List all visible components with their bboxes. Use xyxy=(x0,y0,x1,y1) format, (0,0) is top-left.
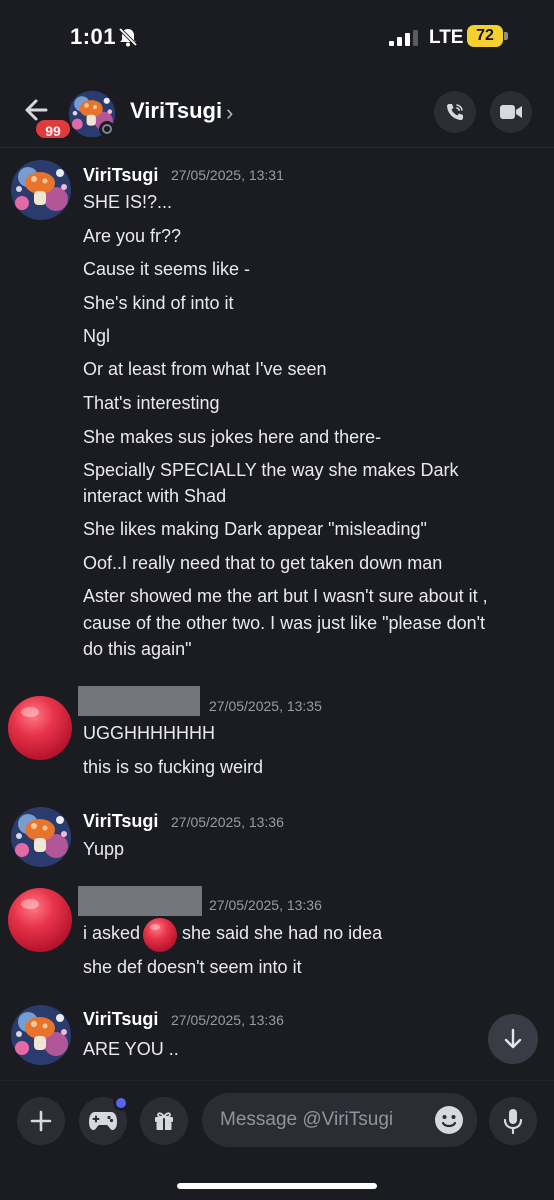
emoji-icon[interactable] xyxy=(434,1105,464,1135)
message-group: 27/05/2025, 13:35 UGGHHHHHHH this is so … xyxy=(0,684,554,784)
message-text: Or at least from what I've seen xyxy=(83,359,327,379)
message-text: ARE YOU .. xyxy=(83,1039,179,1059)
video-icon xyxy=(500,105,522,119)
voice-call-button[interactable] xyxy=(434,91,476,133)
gift-icon xyxy=(155,1112,173,1130)
message-text: Aster showed me the art but I wasn't sur… xyxy=(83,586,488,606)
scroll-to-bottom-button[interactable] xyxy=(488,1014,538,1064)
message-text: cause of the other two. I was just like … xyxy=(83,613,486,633)
viritsugi-avatar[interactable] xyxy=(10,159,72,221)
message-timestamp: 27/05/2025, 13:36 xyxy=(209,897,322,913)
mention-avatar[interactable] xyxy=(143,918,177,952)
plus-icon xyxy=(30,1110,52,1132)
status-time: 1:01 xyxy=(70,24,117,49)
message-text: She likes making Dark appear "misleading… xyxy=(83,519,427,539)
status-indicator xyxy=(99,121,115,137)
network-label: LTE xyxy=(429,27,464,48)
message-timestamp: 27/05/2025, 13:35 xyxy=(209,698,322,714)
arrow-down-icon xyxy=(504,1028,522,1049)
message-text: this is so fucking weird xyxy=(83,757,264,777)
signal-icon xyxy=(389,30,418,46)
message-author[interactable]: ViriTsugi xyxy=(83,811,158,832)
bell-slash-icon xyxy=(118,27,138,47)
message-text: Are you fr?? xyxy=(83,226,182,246)
chat-header: 99 ViriTsugi › xyxy=(0,78,554,148)
battery-indicator: 72 xyxy=(467,25,503,47)
redacted-username[interactable] xyxy=(78,886,202,916)
contact-name[interactable]: ViriTsugi xyxy=(130,98,222,124)
message-group: ViriTsugi 27/05/2025, 13:31 SHE IS!?... … xyxy=(0,155,554,675)
message-text: That's interesting xyxy=(83,393,220,413)
message-author[interactable]: ViriTsugi xyxy=(83,1009,158,1030)
message-text: interact with Shad xyxy=(83,486,227,506)
message-text: Yupp xyxy=(83,839,125,859)
message-text: Oof..I really need that to get taken dow… xyxy=(83,553,443,573)
battery-tip xyxy=(504,32,508,40)
message-author[interactable]: ViriTsugi xyxy=(83,165,158,186)
message-group: ViriTsugi 27/05/2025, 13:36 Yupp xyxy=(0,802,554,872)
user-avatar[interactable] xyxy=(8,888,72,952)
redacted-username[interactable] xyxy=(78,686,200,716)
microphone-icon xyxy=(503,1109,523,1134)
message-text: she def doesn't seem into it xyxy=(83,957,302,977)
status-bar: 1:01 LTE 72 xyxy=(0,0,554,78)
home-indicator[interactable] xyxy=(177,1183,377,1189)
message-text: i asked xyxy=(83,923,141,943)
message-timestamp: 27/05/2025, 13:31 xyxy=(171,167,284,183)
chevron-right-icon[interactable]: › xyxy=(226,100,233,126)
notification-dot xyxy=(113,1095,129,1111)
gift-button[interactable] xyxy=(140,1097,188,1145)
message-text: she said she had no idea xyxy=(182,923,383,943)
message-text: She makes sus jokes here and there- xyxy=(83,427,382,447)
message-text: UGGHHHHHHH xyxy=(83,723,215,743)
viritsugi-avatar[interactable] xyxy=(10,1004,72,1066)
phone-icon xyxy=(447,104,463,120)
message-timestamp: 27/05/2025, 13:36 xyxy=(171,1012,284,1028)
viritsugi-avatar[interactable] xyxy=(10,806,72,868)
message-group: ViriTsugi 27/05/2025, 13:36 ARE YOU .. xyxy=(0,1000,554,1070)
gamepad-icon xyxy=(89,1112,117,1130)
message-composer xyxy=(0,1080,554,1200)
message-text: She's kind of into it xyxy=(83,293,234,313)
message-text: Specially SPECIALLY the way she makes Da… xyxy=(83,460,459,480)
attach-button[interactable] xyxy=(17,1097,65,1145)
message-text: SHE IS!?... xyxy=(83,192,173,212)
message-text: Cause it seems like - xyxy=(83,259,251,279)
message-text: do this again" xyxy=(83,639,192,659)
unread-badge: 99 xyxy=(34,118,72,140)
message-group: 27/05/2025, 13:36 i asked she said she h… xyxy=(0,884,554,984)
message-timestamp: 27/05/2025, 13:36 xyxy=(171,814,284,830)
video-call-button[interactable] xyxy=(490,91,532,133)
message-text: Ngl xyxy=(83,326,111,346)
voice-message-button[interactable] xyxy=(489,1097,537,1145)
user-avatar[interactable] xyxy=(8,696,72,760)
